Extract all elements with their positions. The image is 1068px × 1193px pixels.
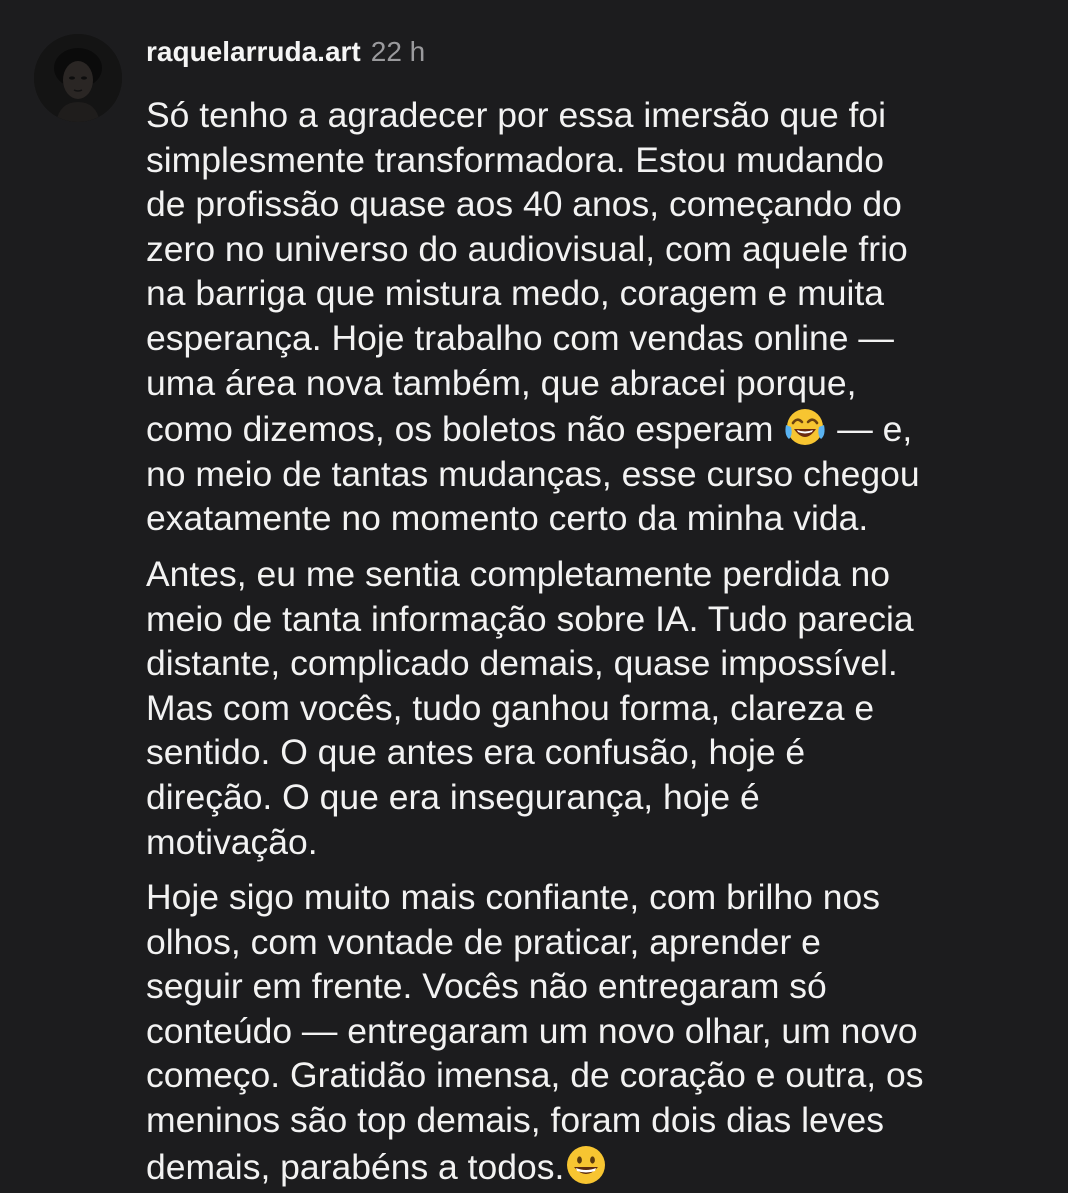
text-line: zero no universo do audiovisual, com aqu…	[146, 228, 908, 269]
text-line: de profissão quase aos 40 anos, começand…	[146, 184, 902, 225]
text-line: sentido. O que antes era confusão, hoje …	[146, 732, 806, 773]
comment-paragraph-2: Antes, eu me sentia completamente perdid…	[146, 552, 1046, 864]
comment-item: raquelarruda.art 22 h Só tenho a agradec…	[0, 0, 1068, 1193]
user-avatar[interactable]	[34, 34, 122, 122]
text-line: distante, complicado demais, quase impos…	[146, 643, 898, 684]
text-line: seguir em frente. Vocês não entregaram s…	[146, 966, 827, 1007]
text-segment: como dizemos, os boletos não esperam	[146, 409, 774, 450]
text-line: Mas com vocês, tudo ganhou forma, clarez…	[146, 687, 875, 728]
comment-paragraph-3: Hoje sigo muito mais confiante, com bril…	[146, 875, 1046, 1189]
grinning-face-emoji-icon	[564, 1143, 608, 1187]
text-line: uma área nova também, que abracei porque…	[146, 362, 857, 403]
comment-header: raquelarruda.art 22 h	[146, 30, 1046, 74]
text-line: Hoje sigo muito mais confiante, com bril…	[146, 877, 881, 918]
text-segment: — e,	[827, 409, 913, 450]
text-line: meio de tanta informação sobre IA. Tudo …	[146, 598, 914, 639]
profile-photo-avatar	[34, 34, 122, 122]
text-line: motivação.	[146, 821, 318, 862]
text-line-with-emoji: como dizemos, os boletos não esperam — e…	[146, 405, 1046, 452]
text-line: meninos são top demais, foram dois dias …	[146, 1100, 884, 1141]
comment-timestamp: 22 h	[370, 36, 426, 67]
text-line: exatamente no momento certo da minha vid…	[146, 498, 869, 539]
text-line: Só tenho a agradecer por essa imersão qu…	[146, 95, 887, 135]
comment-body: raquelarruda.art 22 h Só tenho a agradec…	[146, 30, 1046, 1189]
tears-of-joy-emoji-icon	[783, 405, 827, 449]
text-line: começo. Gratidão imensa, de coração e ou…	[146, 1055, 924, 1096]
text-line: simplesmente transformadora. Estou mudan…	[146, 139, 884, 180]
text-line: olhos, com vontade de praticar, aprender…	[146, 921, 821, 962]
text-line: na barriga que mistura medo, coragem e m…	[146, 273, 884, 314]
text-line: no meio de tantas mudanças, esse curso c…	[146, 453, 920, 494]
comment-paragraph-1: Só tenho a agradecer por essa imersão qu…	[146, 93, 1046, 541]
text-line: esperança. Hoje trabalho com vendas onli…	[146, 317, 894, 358]
text-line: conteúdo — entregaram um novo olhar, um …	[146, 1010, 918, 1051]
text-line: direção. O que era insegurança, hoje é	[146, 776, 760, 817]
username-link[interactable]: raquelarruda.art	[146, 36, 361, 68]
text-segment: demais, parabéns a todos.	[146, 1146, 565, 1187]
text-line: Antes, eu me sentia completamente perdid…	[146, 553, 890, 594]
text-line-with-emoji: demais, parabéns a todos.	[146, 1143, 1046, 1190]
